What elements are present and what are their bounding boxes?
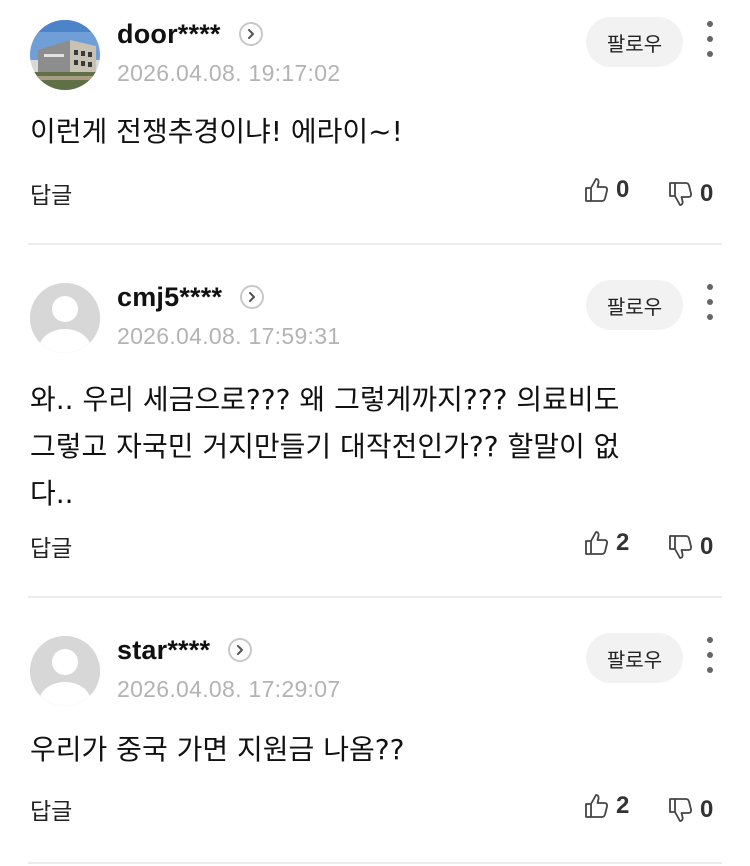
thumbs-up-icon [585,531,609,555]
like-button[interactable]: 2 [582,792,629,820]
timestamp: 2026.04.08. 17:59:31 [117,323,341,349]
follow-button[interactable]: 팔로우 [586,17,683,67]
divider [28,596,722,598]
divider [28,243,722,245]
user-info: star**** [117,633,253,667]
thumbs-up-icon [585,178,609,202]
default-user-icon [30,283,100,353]
chevron-right-icon[interactable] [228,638,253,662]
default-user-icon [30,636,100,706]
like-button[interactable]: 0 [582,176,629,204]
username[interactable]: door**** [117,19,221,50]
comment-line: 와.. 우리 세금으로??? 왜 그렇게까지??? 의료비도 [30,383,620,416]
dislike-count: 0 [700,533,714,560]
more-options-icon[interactable] [702,637,718,673]
chevron-right-icon[interactable] [238,22,263,46]
more-options-icon[interactable] [702,21,718,57]
dislike-button[interactable]: 0 [666,180,713,208]
comment-text: 이런게 전쟁추경이냐! 에라이~! [30,108,720,155]
username[interactable]: star**** [117,635,210,666]
like-count: 2 [616,529,630,556]
building-photo [30,20,100,90]
comment-text: 우리가 중국 가면 지원금 나옴?? [30,726,720,773]
timestamp: 2026.04.08. 17:29:07 [117,676,341,702]
comment-text: 와.. 우리 세금으로??? 왜 그렇게까지??? 의료비도 그렇고 자국민 거… [30,376,720,517]
follow-button[interactable]: 팔로우 [586,280,683,330]
dislike-count: 0 [700,796,714,823]
comment-item: cmj5**** 2026.04.08. 17:59:31 팔로우 와.. 우리… [0,263,750,598]
thumbs-down-icon [669,182,693,206]
timestamp: 2026.04.08. 19:17:02 [117,60,341,86]
comment-line: 우리가 중국 가면 지원금 나옴?? [30,733,405,766]
comment-item: door**** 2026.04.08. 19:17:02 팔로우 이런게 전쟁… [0,0,750,245]
chevron-right-icon[interactable] [240,285,265,309]
avatar[interactable] [30,636,100,706]
divider [28,862,722,864]
thumbs-down-icon [669,535,693,559]
more-options-icon[interactable] [702,284,718,320]
comment-item: star**** 2026.04.08. 17:29:07 팔로우 우리가 중국… [0,616,750,866]
user-info: cmj5**** [117,280,265,314]
dislike-button[interactable]: 0 [666,796,713,824]
avatar[interactable] [30,20,100,90]
thumbs-down-icon [669,798,693,822]
user-info: door**** [117,17,263,51]
like-count: 2 [616,792,630,819]
reply-button[interactable]: 답글 [30,529,72,563]
follow-button[interactable]: 팔로우 [586,633,683,683]
reply-button[interactable]: 답글 [30,176,72,210]
like-count: 0 [616,176,630,203]
avatar[interactable] [30,283,100,353]
reply-button[interactable]: 답글 [30,792,72,826]
comment-line: 그렇고 자국민 거지만들기 대작전인가?? 할말이 없 [30,430,620,463]
thumbs-up-icon [585,794,609,818]
comment-line: 다.. [30,477,74,510]
dislike-button[interactable]: 0 [666,533,713,561]
dislike-count: 0 [700,180,714,207]
comment-line: 이런게 전쟁추경이냐! 에라이~! [30,115,403,148]
username[interactable]: cmj5**** [117,282,222,313]
like-button[interactable]: 2 [582,529,629,557]
